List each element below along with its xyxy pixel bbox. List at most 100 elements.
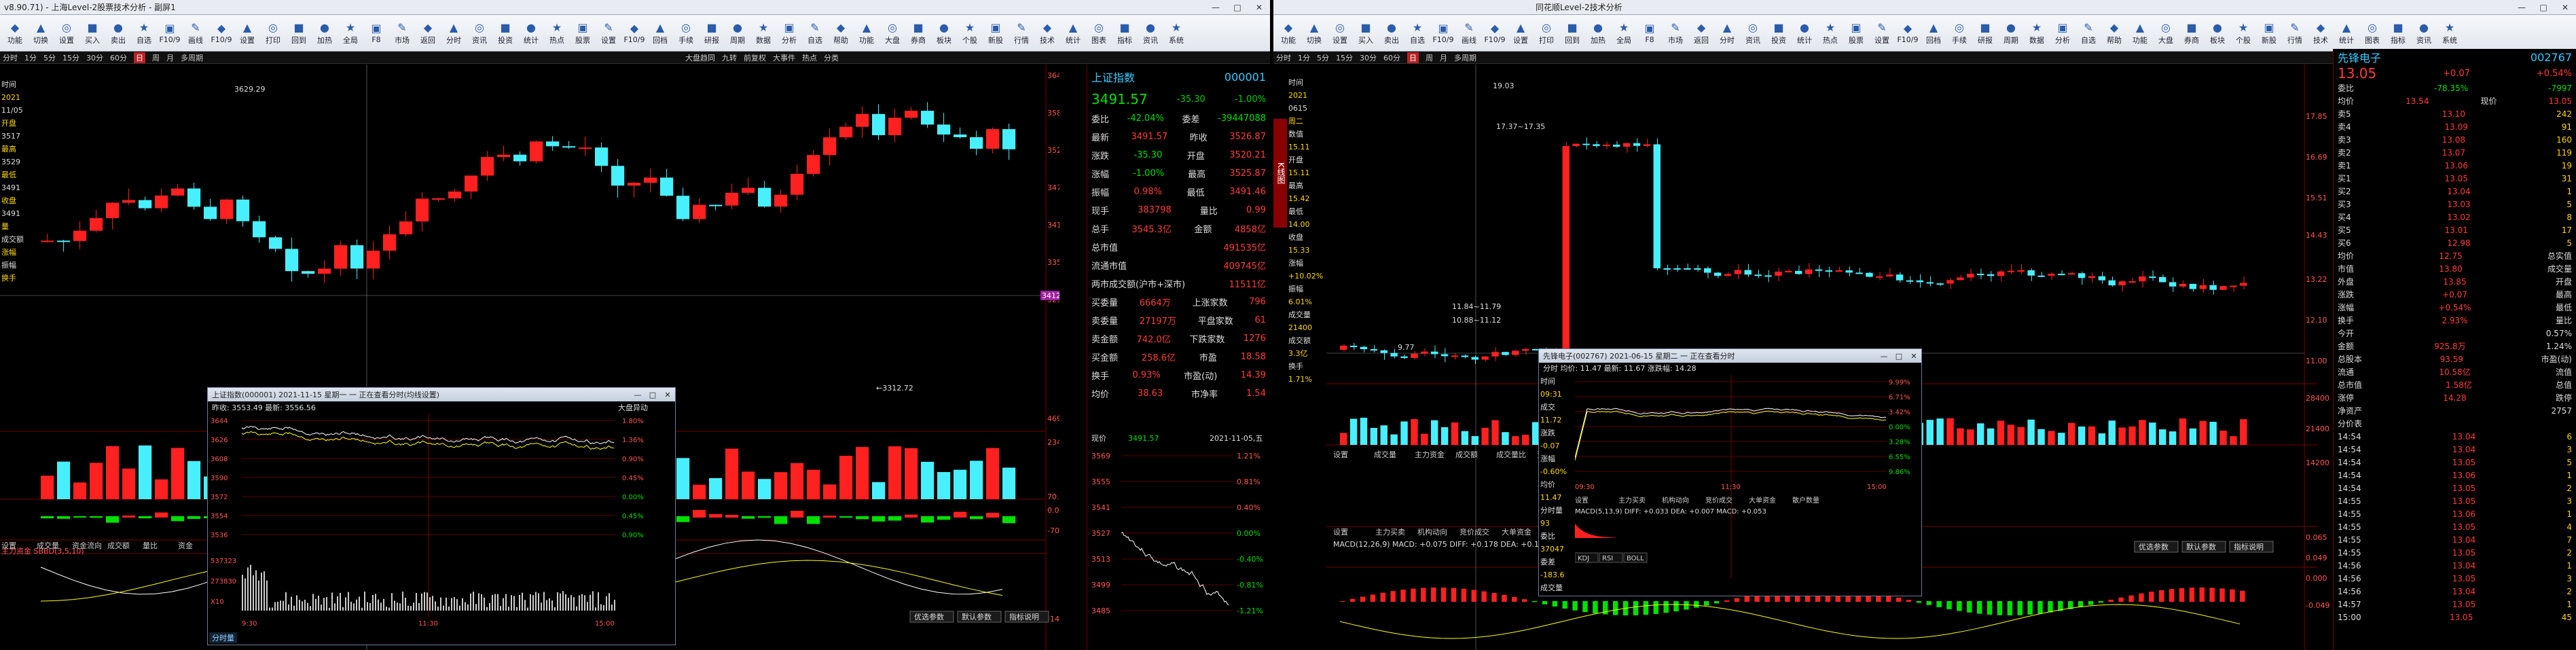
popup-close-icon[interactable]: ✕ xyxy=(1906,352,1921,361)
toolbar-button[interactable]: ▲ 功能 xyxy=(854,17,879,50)
maximize-icon[interactable]: □ xyxy=(2533,3,2554,12)
toolbar-button[interactable]: ▲ 统计 xyxy=(1061,17,1085,50)
period-tab[interactable]: 60分 xyxy=(1383,52,1400,63)
toolbar-button[interactable]: ◎ 资讯 xyxy=(467,17,492,50)
popup-minimize-icon[interactable]: — xyxy=(630,391,645,399)
period-tab[interactable]: 5分 xyxy=(1317,52,1329,63)
toolbar-button[interactable]: ▲ 切换 xyxy=(1302,17,1326,50)
toolbar-button[interactable]: ■ 研报 xyxy=(700,17,724,50)
toolbar-button[interactable]: ◆ 技术 xyxy=(2308,17,2333,50)
toolbar-button[interactable]: ■ 投资 xyxy=(1766,17,1791,50)
toolbar-button[interactable]: ■ 指标 xyxy=(1112,17,1137,50)
toolbar-button[interactable]: ★ 全局 xyxy=(1612,17,1636,50)
toolbar-button[interactable]: ✎ 行情 xyxy=(1009,17,1034,50)
maximize-icon[interactable]: □ xyxy=(1227,3,1248,12)
chart-option[interactable]: 大盘趋同 xyxy=(685,52,715,63)
right-popup-titlebar[interactable]: 先锋电子(002767) 2021-06-15 星期二 一 正在查看分时 — □… xyxy=(1539,349,1921,363)
toolbar-button[interactable]: ✎ 设置 xyxy=(1870,17,1894,50)
chart-option[interactable]: 分类 xyxy=(824,52,839,63)
toolbar-button[interactable]: ■ 券商 xyxy=(906,17,930,50)
popup-minimize-icon[interactable]: — xyxy=(1876,352,1891,361)
toolbar-button[interactable]: ◆ 帮助 xyxy=(829,17,853,50)
toolbar-button[interactable]: ★ 全局 xyxy=(338,17,363,50)
toolbar-button[interactable]: ◎ 设置 xyxy=(54,17,79,50)
toolbar-button[interactable]: ✎ 行情 xyxy=(2283,17,2307,50)
toolbar-button[interactable]: ✎ 画线 xyxy=(183,17,208,50)
popup-maximize-icon[interactable]: □ xyxy=(645,391,660,399)
chart-option[interactable]: 前复权 xyxy=(744,52,766,63)
toolbar-button[interactable]: ★ 数据 xyxy=(751,17,776,50)
close-icon[interactable]: ✕ xyxy=(2554,3,2576,12)
period-tab[interactable]: 15分 xyxy=(62,52,79,63)
toolbar-button[interactable]: ▣ 分析 xyxy=(2050,17,2075,50)
toolbar-button[interactable]: ◎ 手续 xyxy=(674,17,698,50)
right-intraday-popup[interactable]: 先锋电子(002767) 2021-06-15 星期二 一 正在查看分时 — □… xyxy=(1538,348,1922,596)
toolbar-button[interactable]: ★ 个股 xyxy=(2231,17,2255,50)
toolbar-button[interactable]: ◆ 技术 xyxy=(1035,17,1059,50)
toolbar-button[interactable]: ◆ 返回 xyxy=(416,17,440,50)
toolbar-button[interactable]: ● 统计 xyxy=(1792,17,1817,50)
toolbar-button[interactable]: ◆ 功能 xyxy=(3,17,27,50)
period-tab[interactable]: 多周期 xyxy=(181,52,203,63)
toolbar-button[interactable]: ◆ 功能 xyxy=(1276,17,1301,50)
toolbar-button[interactable]: ▲ 设置 xyxy=(235,17,259,50)
toolbar-button[interactable]: ■ 指标 xyxy=(2386,17,2410,50)
period-tab[interactable]: 60分 xyxy=(110,52,127,63)
left-popup-chart[interactable]: 3644 1.80% 3626 1.36% 3608 0.90% 3590 0.45% 3572… xyxy=(208,414,675,631)
toolbar-button[interactable]: ★ 热点 xyxy=(545,17,569,50)
period-tab[interactable]: 15分 xyxy=(1336,52,1353,63)
toolbar-button[interactable]: ★ 自选 xyxy=(1405,17,1430,50)
toolbar-button[interactable]: ▣ F10/9 xyxy=(1431,17,1455,50)
toolbar-button[interactable]: ▲ 回档 xyxy=(648,17,672,50)
toolbar-button[interactable]: ● 卖出 xyxy=(106,17,130,50)
period-tab[interactable]: 多周期 xyxy=(1454,52,1476,63)
toolbar-button[interactable]: ✎ 市场 xyxy=(1663,17,1688,50)
toolbar-button[interactable]: ✎ 画线 xyxy=(1457,17,1481,50)
toolbar-button[interactable]: ■ 回到 xyxy=(1560,17,1584,50)
left-popup-tab[interactable]: 分时量 xyxy=(209,632,237,643)
toolbar-button[interactable]: ◎ 大盘 xyxy=(880,17,905,50)
popup-close-icon[interactable]: ✕ xyxy=(660,391,675,399)
toolbar-button[interactable]: ▲ 切换 xyxy=(29,17,53,50)
toolbar-button[interactable]: ★ 数据 xyxy=(2025,17,2049,50)
left-intraday-popup[interactable]: 上证指数(000001) 2021-11-15 星期一 一 正在查看分时(均线设… xyxy=(207,387,676,645)
toolbar-button[interactable]: ★ 个股 xyxy=(958,17,982,50)
toolbar-button[interactable]: ▲ 统计 xyxy=(2334,17,2359,50)
toolbar-button[interactable]: ■ 研报 xyxy=(1973,17,1997,50)
toolbar-button[interactable]: ● 板块 xyxy=(2205,17,2230,50)
toolbar-button[interactable]: ★ 系统 xyxy=(1164,17,1189,50)
toolbar-button[interactable]: ◎ 打印 xyxy=(1534,17,1559,50)
toolbar-button[interactable]: ■ 买入 xyxy=(80,17,105,50)
toolbar-button[interactable]: ▣ F8 xyxy=(1637,17,1662,50)
toolbar-button[interactable]: ● 加热 xyxy=(312,17,337,50)
toolbar-button[interactable]: ★ 热点 xyxy=(1818,17,1843,50)
right-side-vertical-tab[interactable]: K线图 xyxy=(1273,119,1287,228)
toolbar-button[interactable]: ● 卖出 xyxy=(1379,17,1404,50)
toolbar-button[interactable]: ▣ F8 xyxy=(364,17,388,50)
chart-option[interactable]: 热点 xyxy=(802,52,817,63)
toolbar-button[interactable]: ▲ 设置 xyxy=(1508,17,1533,50)
toolbar-button[interactable]: ▣ 新股 xyxy=(983,17,1008,50)
toolbar-button[interactable]: ◎ 设置 xyxy=(1328,17,1352,50)
period-tab[interactable]: 月 xyxy=(1440,52,1447,63)
period-tab[interactable]: 分时 xyxy=(1276,52,1291,63)
toolbar-button[interactable]: ✎ 市场 xyxy=(390,17,414,50)
minimize-icon[interactable]: — xyxy=(1205,3,1227,12)
toolbar-button[interactable]: ● 资讯 xyxy=(2412,17,2436,50)
toolbar-button[interactable]: ◎ 打印 xyxy=(261,17,285,50)
toolbar-button[interactable]: ◎ 大盘 xyxy=(2154,17,2178,50)
toolbar-button[interactable]: ● 板块 xyxy=(932,17,956,50)
minimize-icon[interactable]: — xyxy=(2511,3,2533,12)
close-icon[interactable]: ✕ xyxy=(1248,3,1270,12)
toolbar-button[interactable]: ◎ 图表 xyxy=(1087,17,1111,50)
chart-option[interactable]: 九转 xyxy=(722,52,737,63)
toolbar-button[interactable]: ◆ 返回 xyxy=(1689,17,1713,50)
toolbar-button[interactable]: ▣ 股票 xyxy=(570,17,595,50)
toolbar-button[interactable]: ◎ 图表 xyxy=(2360,17,2384,50)
toolbar-button[interactable]: ▲ 回档 xyxy=(1921,17,1946,50)
toolbar-button[interactable]: ★ 系统 xyxy=(2437,17,2462,50)
toolbar-button[interactable]: ◆ F10/9 xyxy=(1895,17,1920,50)
toolbar-button[interactable]: ▲ 功能 xyxy=(2128,17,2152,50)
toolbar-button[interactable]: ▲ 分时 xyxy=(1715,17,1739,50)
toolbar-button[interactable]: ▣ F10/9 xyxy=(158,17,182,50)
